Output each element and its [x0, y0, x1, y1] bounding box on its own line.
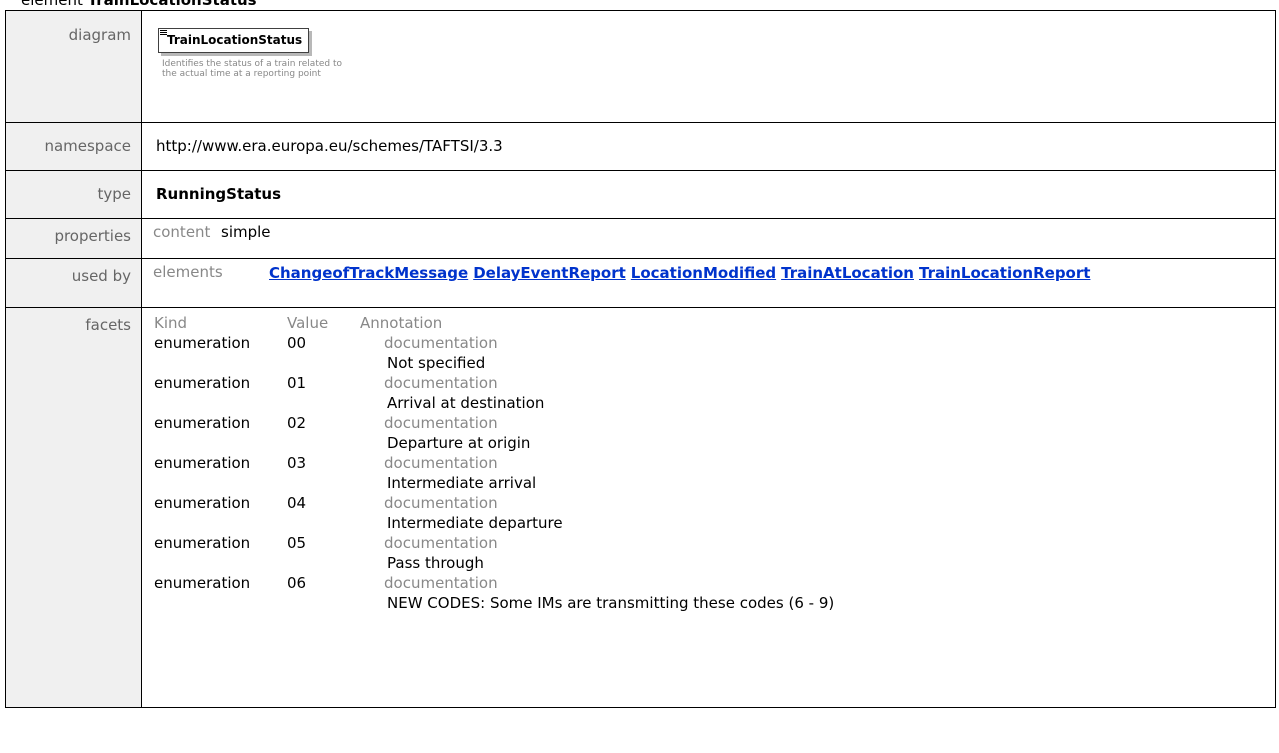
link-changeoftrackmessage[interactable]: ChangeofTrackMessage: [269, 264, 468, 282]
facets-header-value: Value: [287, 314, 329, 332]
facet-doc-label: documentation: [384, 414, 498, 432]
page-heading: element TrainLocationStatus: [21, 0, 257, 10]
facet-kind: enumeration: [154, 374, 251, 392]
link-delayeventreport[interactable]: DelayEventReport: [473, 264, 626, 282]
properties-key: content: [153, 223, 211, 241]
diagram: TrainLocationStatus Identifies the statu…: [156, 11, 1275, 79]
usedby-line: elements ChangeofTrackMessage DelayEventRe…: [142, 263, 1275, 283]
facet-note: Pass through: [387, 554, 484, 572]
facet-row: enumeration 03 documentation Intermediate …: [142, 453, 1275, 493]
facet-doc-label: documentation: [384, 534, 498, 552]
usedby-key: elements: [153, 263, 223, 281]
facet-row: enumeration 01 documentation Arrival at de…: [142, 373, 1275, 413]
properties-row: properties content simple: [5, 218, 1276, 259]
facets-header-kind: Kind: [154, 314, 188, 332]
facet-value: 02: [287, 414, 307, 432]
element-doc-table: diagram TrainLocationStatus Identifies t…: [5, 10, 1276, 708]
facet-doc-label: documentation: [384, 374, 498, 392]
facet-value: 01: [287, 374, 307, 392]
diagram-cell: TrainLocationStatus Identifies the statu…: [141, 10, 1276, 123]
usedby-links: ChangeofTrackMessage DelayEventReport Loca…: [269, 263, 1209, 283]
facets-label: facets: [5, 307, 142, 708]
properties-line: content simple: [142, 223, 1275, 241]
facets-header-annotation: Annotation: [360, 314, 443, 332]
facet-value: 04: [287, 494, 307, 512]
diagram-description: Identifies the status of a train related…: [162, 59, 342, 79]
facet-doc-label: documentation: [384, 334, 498, 352]
namespace-value: http://www.era.europa.eu/schemes/TAFTSI/…: [156, 137, 503, 155]
facet-kind: enumeration: [154, 534, 251, 552]
facet-note: Not specified: [387, 354, 486, 372]
facet-row: enumeration 02 documentation Departure at …: [142, 413, 1275, 453]
facet-row: enumeration 05 documentation Pass through: [142, 533, 1275, 573]
facet-value: 06: [287, 574, 307, 592]
facet-note: Arrival at destination: [387, 394, 545, 412]
usedby-label: used by: [5, 258, 142, 308]
type-label: type: [5, 170, 142, 219]
facet-doc-label: documentation: [384, 574, 498, 592]
facet-note: Intermediate departure: [387, 514, 563, 532]
facets-header: Kind Value Annotation: [142, 313, 1275, 333]
properties-value: simple: [221, 223, 271, 241]
facet-note: Departure at origin: [387, 434, 531, 452]
properties-cell: content simple: [141, 218, 1276, 259]
usedby-cell: elements ChangeofTrackMessage DelayEventRe…: [141, 258, 1276, 308]
heading-element-name: TrainLocationStatus: [87, 0, 257, 9]
namespace-label: namespace: [5, 122, 142, 171]
type-cell: RunningStatus: [141, 170, 1276, 219]
facet-value: 00: [287, 334, 307, 352]
facet-kind: enumeration: [154, 334, 251, 352]
namespace-cell: http://www.era.europa.eu/schemes/TAFTSI/…: [141, 122, 1276, 171]
diagram-row: diagram TrainLocationStatus Identifies t…: [5, 10, 1276, 123]
link-locationmodified[interactable]: LocationModified: [631, 264, 776, 282]
facet-kind: enumeration: [154, 574, 251, 592]
link-trainlocationreport[interactable]: TrainLocationReport: [919, 264, 1090, 282]
diagram-label: diagram: [5, 10, 142, 123]
properties-label: properties: [5, 218, 142, 259]
facet-note: Intermediate arrival: [387, 474, 537, 492]
element-type-icon: [160, 30, 167, 35]
type-value: RunningStatus: [156, 185, 282, 203]
facet-kind: enumeration: [154, 494, 251, 512]
facet-row: enumeration 06 documentation NEW CODES: So…: [142, 573, 1275, 613]
link-trainatlocation[interactable]: TrainAtLocation: [781, 264, 914, 282]
facet-doc-label: documentation: [384, 494, 498, 512]
facet-kind: enumeration: [154, 454, 251, 472]
facet-kind: enumeration: [154, 414, 251, 432]
heading-prefix: element: [21, 0, 83, 9]
facets-row: facets Kind Value Annotation enumeration 00…: [5, 307, 1276, 708]
diagram-element-box[interactable]: TrainLocationStatus: [158, 28, 310, 53]
diagram-element-name: TrainLocationStatus: [167, 33, 303, 47]
type-row: type RunningStatus: [5, 170, 1276, 219]
facet-note: NEW CODES: Some IMs are transmitting the…: [387, 594, 835, 612]
usedby-row: used by elements ChangeofTrackMessage Dela…: [5, 258, 1276, 308]
facets-cell: Kind Value Annotation enumeration 00 documen…: [141, 307, 1276, 708]
namespace-row: namespace http://www.era.europa.eu/schem…: [5, 122, 1276, 171]
facet-value: 03: [287, 454, 307, 472]
page: element TrainLocationStatus diagram Trai…: [0, 0, 1279, 753]
facet-value: 05: [287, 534, 307, 552]
facet-row: enumeration 04 documentation Intermediate …: [142, 493, 1275, 533]
facets-table: Kind Value Annotation enumeration 00 documen…: [142, 308, 1275, 613]
facet-row: enumeration 00 documentation Not specified: [142, 333, 1275, 373]
facet-doc-label: documentation: [384, 454, 498, 472]
